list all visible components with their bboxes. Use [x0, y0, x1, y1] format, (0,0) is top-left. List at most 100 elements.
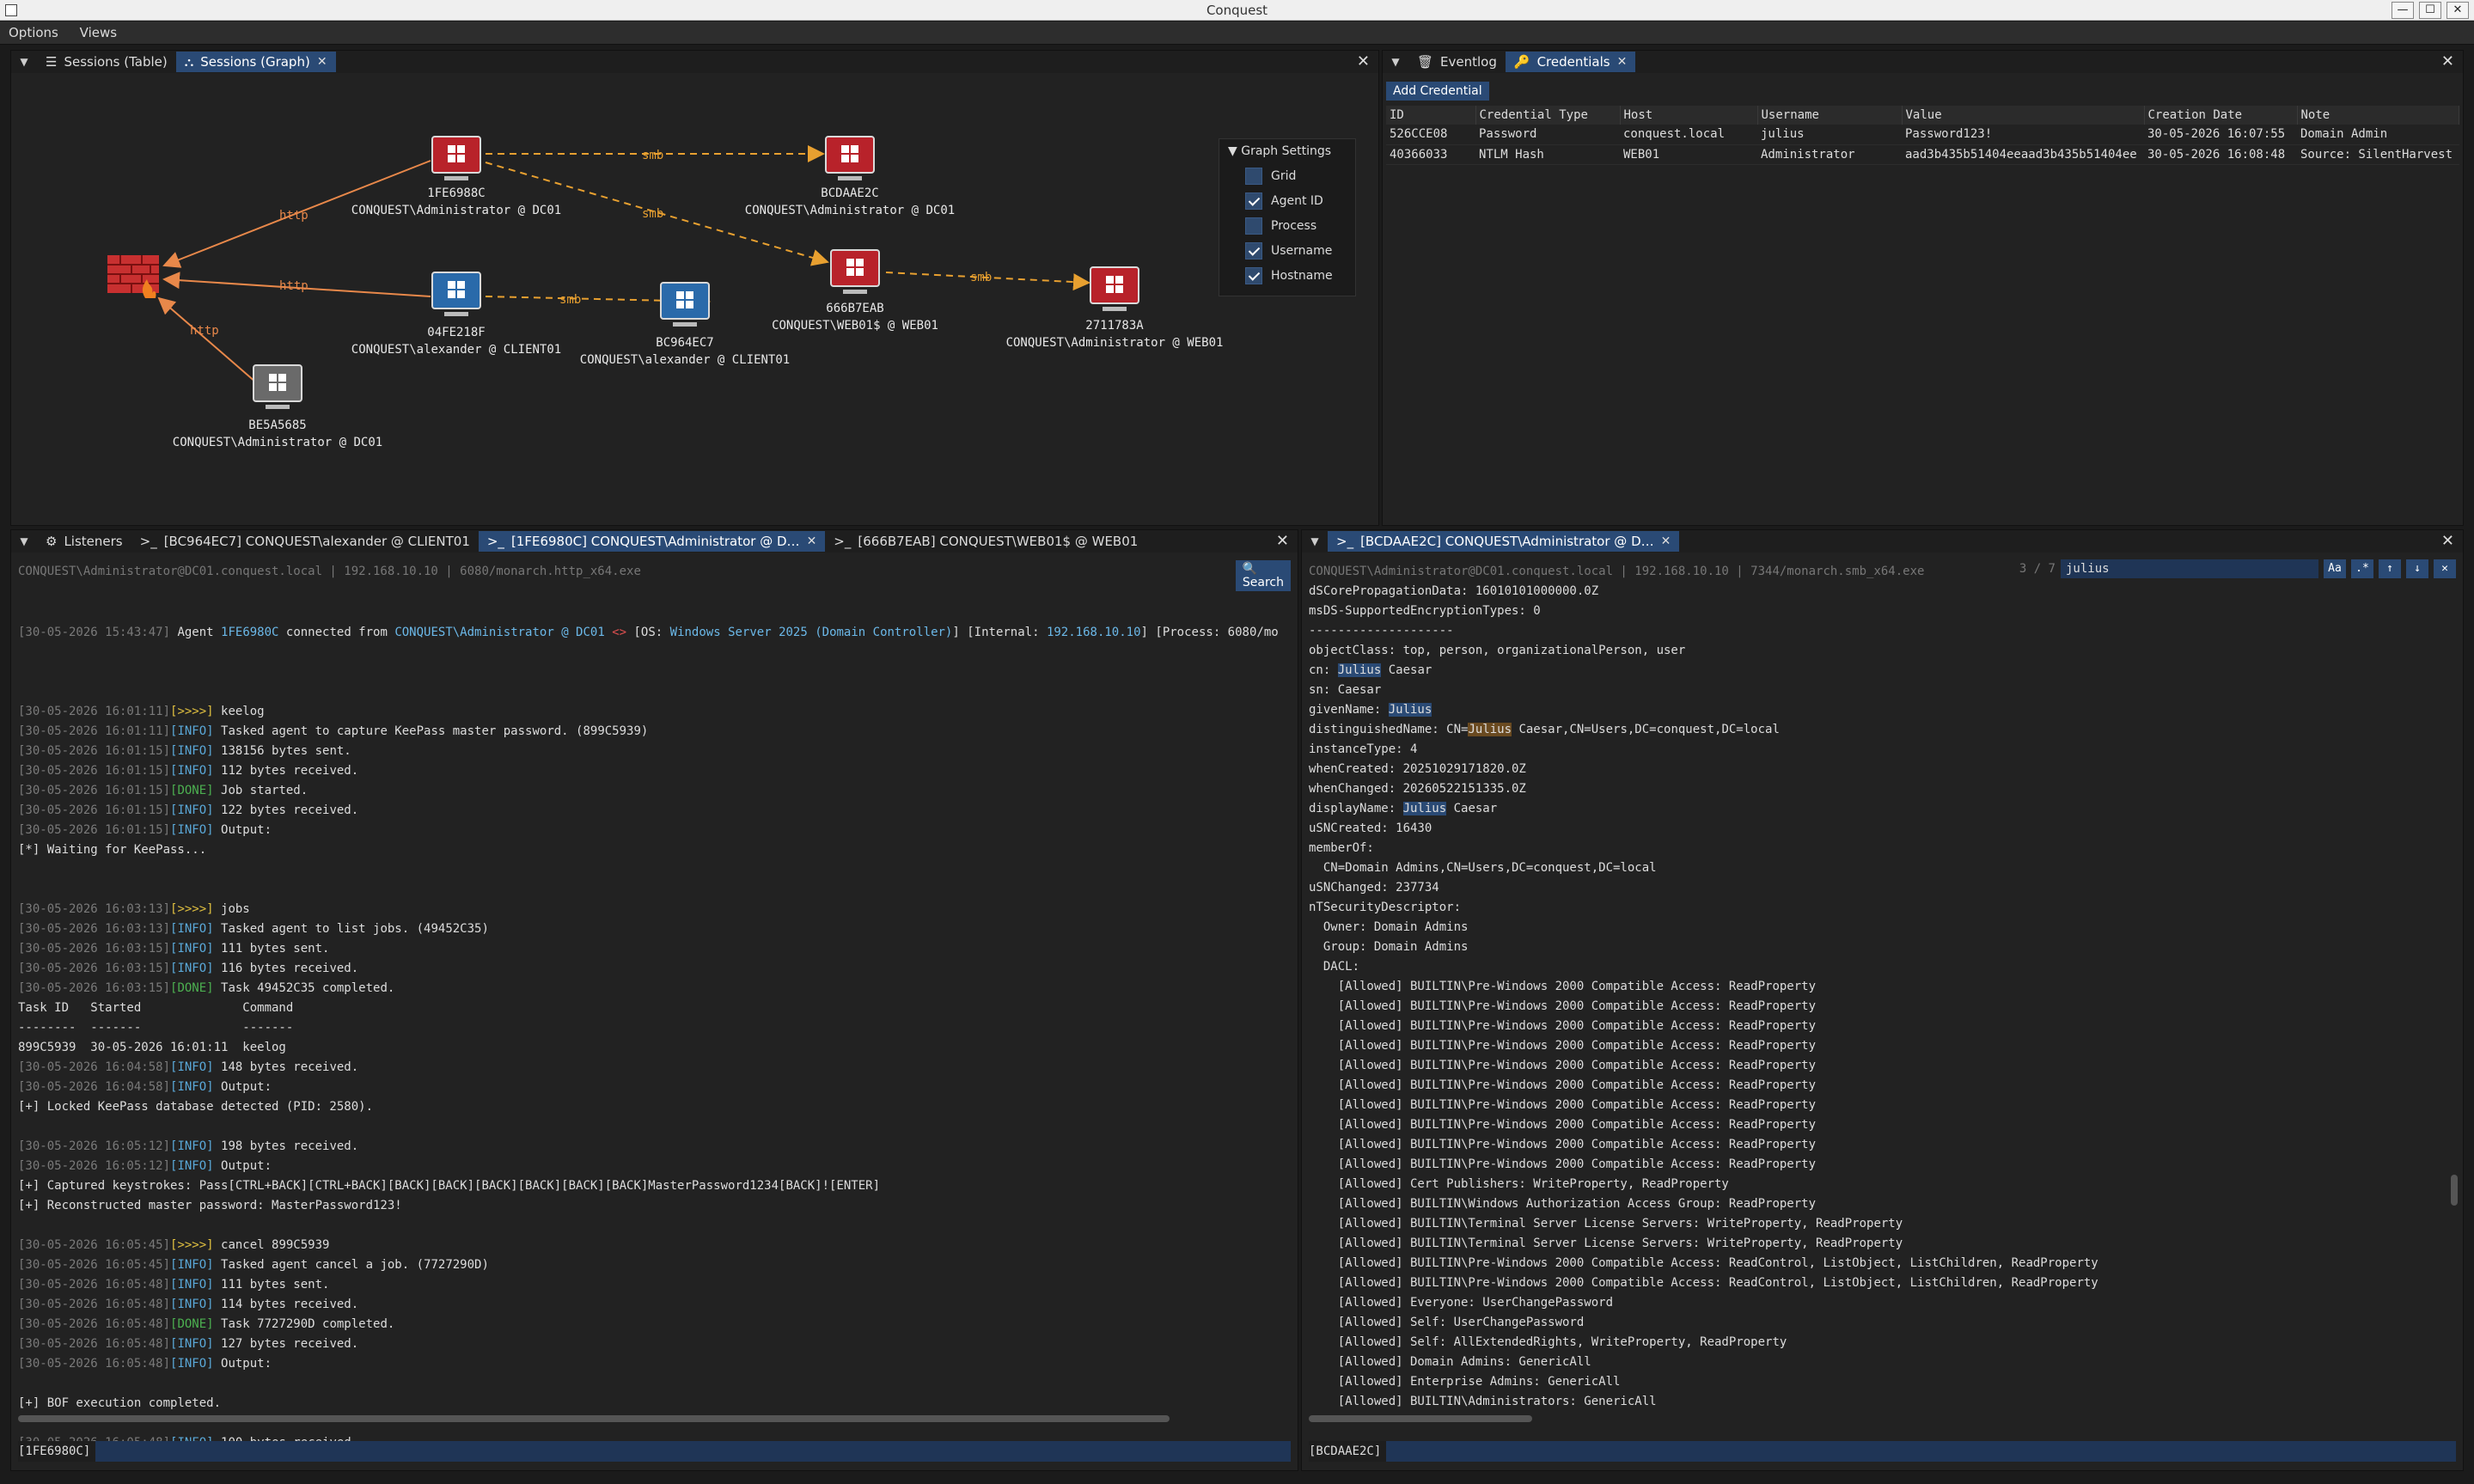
close-pane-icon[interactable]: ✕ — [2441, 532, 2454, 550]
console-line: [30-05-2026 16:01:11][>>>>] keelog — [18, 702, 1291, 722]
cell: Source: SilentHarvest — [2297, 144, 2459, 165]
message: [Allowed] Enterprise Admins: GenericAll — [1309, 1375, 1621, 1389]
trash-icon: 🗑 — [1417, 54, 1434, 70]
agent-id: 1FE6988C — [427, 186, 486, 200]
col-note[interactable]: Note — [2297, 106, 2459, 125]
cell: Domain Admin — [2297, 125, 2459, 145]
tab-eventlog[interactable]: 🗑 Eventlog — [1408, 52, 1506, 72]
regex-button[interactable]: .* — [2351, 559, 2373, 578]
tab-listeners[interactable]: ⚙ Listeners — [37, 531, 131, 552]
node-label: BE5A5685 CONQUEST\Administrator @ DC01 — [173, 417, 382, 451]
checkbox[interactable] — [1245, 167, 1262, 185]
close-tab-icon[interactable]: ✕ — [317, 55, 327, 69]
checkbox[interactable] — [1245, 241, 1262, 260]
table-row[interactable]: 526CCE08 Password conquest.local julius … — [1386, 125, 2459, 145]
credentials-tabbar: ▼ 🗑 Eventlog 🔑 Credentials ✕ ✕ — [1383, 51, 2463, 73]
tab-console-666b7eab[interactable]: >_ [666B7EAB] CONQUEST\WEB01$ @ WEB01 — [825, 531, 1146, 552]
close-pane-icon[interactable]: ✕ — [1357, 52, 1370, 70]
agent-node-be5a5685[interactable] — [253, 364, 302, 409]
agent-node-04fe218f[interactable] — [431, 272, 481, 316]
maximize-button[interactable]: ☐ — [2419, 2, 2441, 19]
close-find-button[interactable]: ✕ — [2434, 559, 2456, 578]
message: [Allowed] Self: AllExtendedRights, Write… — [1309, 1335, 1787, 1349]
close-tab-icon[interactable]: ✕ — [1661, 534, 1671, 548]
console-line: dSCorePropagationData: 16010101000000.0Z — [1309, 582, 2446, 602]
edge-label-smb: smb — [642, 149, 663, 162]
tab-credentials[interactable]: 🔑 Credentials ✕ — [1505, 52, 1636, 72]
close-window-button[interactable]: ✕ — [2447, 2, 2469, 19]
col-id[interactable]: ID — [1386, 106, 1476, 125]
col-host[interactable]: Host — [1620, 106, 1758, 125]
col-value[interactable]: Value — [1902, 106, 2145, 125]
log-level: [INFO] — [170, 1278, 214, 1292]
menu-options[interactable]: Options — [0, 21, 67, 45]
log-level: [INFO] — [170, 1258, 214, 1272]
find-previous-button[interactable]: ↑ — [2379, 559, 2401, 578]
option-grid[interactable]: Grid — [1219, 163, 1355, 188]
tab-menu-icon[interactable]: ▼ — [1383, 56, 1408, 68]
vertical-scrollbar[interactable] — [2451, 1175, 2458, 1206]
cell: conquest.local — [1620, 125, 1757, 145]
checkbox[interactable] — [1245, 266, 1262, 284]
cell: Administrator — [1757, 144, 1902, 165]
close-tab-icon[interactable]: ✕ — [807, 534, 817, 548]
log-level: [INFO] — [170, 744, 214, 758]
console-line: nTSecurityDescriptor: — [1309, 898, 2446, 918]
checkbox[interactable] — [1245, 217, 1262, 235]
console-line: [30-05-2026 16:05:48][INFO] 111 bytes se… — [18, 1275, 1291, 1295]
message: [Allowed] BUILTIN\Windows Authorization … — [1309, 1197, 1817, 1211]
message: Output: — [213, 1080, 272, 1094]
menu-views[interactable]: Views — [71, 21, 125, 45]
col-type[interactable]: Credential Type — [1475, 106, 1621, 125]
command-input[interactable] — [1386, 1441, 2456, 1462]
horizontal-scrollbar[interactable] — [1309, 1415, 1532, 1422]
graph-settings-header[interactable]: ▼ Graph Settings — [1219, 139, 1355, 163]
tab-menu-icon[interactable]: ▼ — [11, 535, 37, 547]
message: [Allowed] BUILTIN\Terminal Server Licens… — [1309, 1237, 1903, 1250]
tab-sessions-table[interactable]: ☰ Sessions (Table) — [37, 52, 176, 72]
agent-node-1fe6988c[interactable] — [431, 136, 481, 180]
option-username[interactable]: Username — [1219, 238, 1355, 263]
console-line: [Allowed] BUILTIN\Terminal Server Licens… — [1309, 1214, 2446, 1234]
col-username[interactable]: Username — [1757, 106, 1903, 125]
firewall-listener-icon[interactable] — [107, 255, 159, 298]
console-line: [+] Reconstructed master password: Maste… — [18, 1196, 1291, 1216]
tab-console-1fe6980c[interactable]: >_ [1FE6980C] CONQUEST\Administrator @ D… — [478, 531, 826, 552]
console-line: -------------------- — [1309, 621, 2446, 641]
tab-sessions-graph[interactable]: ⛬ Sessions (Graph) ✕ — [175, 52, 336, 72]
console-line: [30-05-2026 16:05:48][INFO] 127 bytes re… — [18, 1334, 1291, 1354]
tab-menu-icon[interactable]: ▼ — [1302, 535, 1328, 547]
find-next-button[interactable]: ↓ — [2406, 559, 2428, 578]
log-level: [INFO] — [170, 764, 214, 778]
tab-menu-icon[interactable]: ▼ — [11, 56, 37, 68]
tab-console-bc964ec7[interactable]: >_ [BC964EC7] CONQUEST\alexander @ CLIEN… — [131, 531, 479, 552]
timestamp: [30-05-2026 16:05:12] — [18, 1159, 171, 1173]
tab-console-bcdaae2c[interactable]: >_ [BCDAAE2C] CONQUEST\Administrator @ D… — [1328, 531, 1680, 552]
match-case-button[interactable]: Aa — [2324, 559, 2346, 578]
add-credential-button[interactable]: Add Credential — [1386, 82, 1489, 101]
close-pane-icon[interactable]: ✕ — [1276, 532, 1289, 550]
horizontal-scrollbar[interactable] — [18, 1415, 1170, 1422]
agent-node-2711783a[interactable] — [1090, 266, 1139, 311]
agent-user: CONQUEST\Administrator @ WEB01 — [1005, 336, 1224, 350]
checkbox[interactable] — [1245, 192, 1262, 210]
log-level: [INFO] — [170, 962, 214, 975]
agent-node-666b7eab[interactable] — [830, 249, 880, 294]
message: [Allowed] BUILTIN\Pre-Windows 2000 Compa… — [1309, 1019, 1817, 1033]
find-input[interactable]: julius — [2061, 559, 2318, 578]
close-pane-icon[interactable]: ✕ — [2441, 52, 2454, 70]
table-row[interactable]: 40366033 NTLM Hash WEB01 Administrator a… — [1386, 144, 2459, 165]
close-tab-icon[interactable]: ✕ — [1617, 55, 1628, 69]
option-hostname[interactable]: Hostname — [1219, 263, 1355, 288]
agent-node-bcdaae2c[interactable] — [825, 136, 875, 180]
option-agent-id[interactable]: Agent ID — [1219, 188, 1355, 213]
agent-node-bc964ec7[interactable] — [660, 282, 710, 327]
col-date[interactable]: Creation Date — [2144, 106, 2298, 125]
console-line: [Allowed] BUILTIN\Pre-Windows 2000 Compa… — [1309, 1076, 2446, 1096]
option-process[interactable]: Process — [1219, 213, 1355, 238]
console-line: [30-05-2026 16:03:15][INFO] 111 bytes se… — [18, 939, 1291, 959]
agent-user: CONQUEST\Administrator @ DC01 — [351, 204, 562, 217]
minimize-button[interactable]: — — [2392, 2, 2414, 19]
command-input[interactable] — [95, 1441, 1291, 1462]
console-line: [Allowed] BUILTIN\Pre-Windows 2000 Compa… — [1309, 1017, 2446, 1036]
